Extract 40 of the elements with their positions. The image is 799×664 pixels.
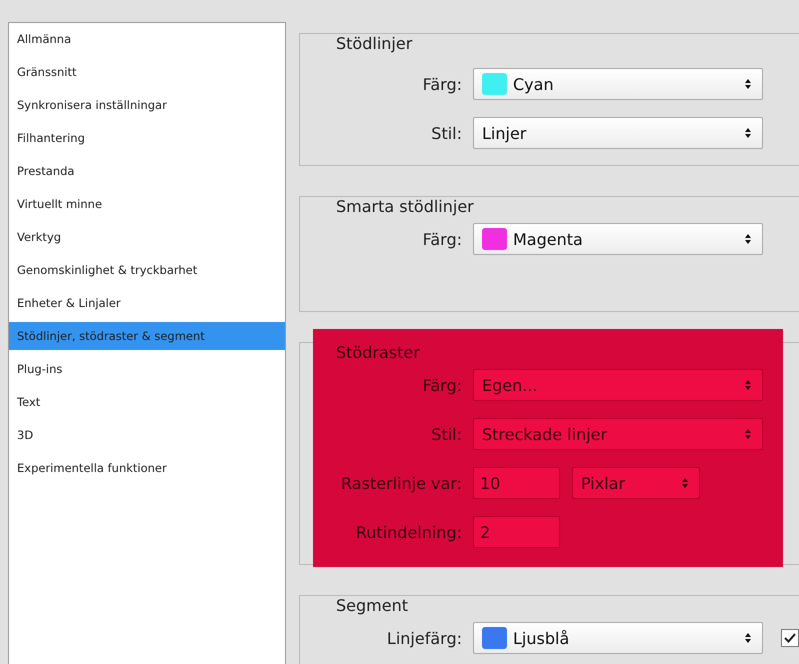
sidebar-item[interactable]: Virtuellt minne — [9, 190, 285, 218]
field-label: Stil: — [430, 124, 462, 142]
sidebar-item[interactable]: Verktyg — [9, 223, 285, 251]
chevron-up-down-icon — [744, 233, 752, 245]
sidebar-item[interactable]: Allmänna — [9, 25, 285, 53]
field-label: Rasterlinje var: — [340, 474, 462, 492]
number-field[interactable]: 2 — [473, 516, 560, 548]
sidebar-item[interactable]: Experimentella funktioner — [9, 454, 285, 482]
field-label: Färg: — [422, 230, 462, 248]
chevron-up-down-icon — [744, 379, 752, 391]
dropdown[interactable]: Egen... — [473, 369, 763, 401]
field-label: Stil: — [430, 424, 462, 444]
number-field[interactable]: 10 — [473, 467, 560, 499]
sidebar-item[interactable]: Gränssnitt — [9, 58, 285, 86]
sidebar-item[interactable]: Enheter & Linjaler — [9, 289, 285, 317]
sidebar-item[interactable]: 3D — [9, 421, 285, 449]
sidebar-item[interactable]: Plug-ins — [9, 355, 285, 383]
chevron-up-down-icon — [744, 632, 752, 644]
dropdown[interactable]: Magenta — [473, 223, 763, 255]
dropdown[interactable]: Linjer — [473, 117, 763, 149]
sidebar-item[interactable]: Prestanda — [9, 157, 285, 185]
field-label: Rutindelning: — [354, 522, 462, 542]
sidebar-item[interactable]: Filhantering — [9, 124, 285, 152]
checkbox[interactable] — [781, 629, 799, 647]
field-label: Linjefärg: — [386, 628, 462, 648]
field-label: Färg: — [422, 376, 462, 394]
chevron-up-down-icon — [744, 428, 752, 440]
chevron-up-down-icon — [744, 127, 752, 139]
chevron-up-down-icon — [681, 477, 689, 489]
dropdown[interactable]: Ljusblå — [473, 622, 763, 654]
sidebar-item[interactable]: Genomskinlighet & tryckbarhet — [9, 256, 285, 284]
dropdown[interactable]: Cyan — [473, 68, 763, 100]
chevron-up-down-icon — [744, 78, 752, 90]
sidebar-item[interactable]: Synkronisera inställningar — [9, 91, 285, 119]
dropdown[interactable]: Pixlar — [572, 467, 700, 499]
sidebar-item[interactable]: Text — [9, 388, 285, 416]
group-title: Stödraster — [335, 343, 421, 363]
field-label: Färg: — [422, 74, 462, 94]
sidebar-item[interactable]: Stödlinjer, stödraster & segment — [9, 322, 285, 350]
dropdown[interactable]: Streckade linjer — [473, 418, 763, 450]
